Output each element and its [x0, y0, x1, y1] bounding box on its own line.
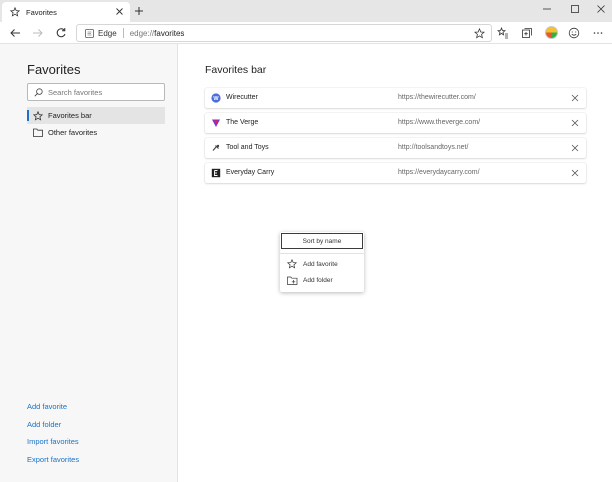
favorite-name: Tool and Toys [226, 144, 269, 151]
star-icon [33, 110, 43, 121]
toolbar: Edge edge:// favorites [0, 22, 612, 44]
sidebar-title: Favorites [27, 62, 81, 77]
star-add-icon [287, 259, 298, 269]
page-title: Favorites bar [205, 64, 267, 76]
search-box[interactable] [27, 83, 165, 101]
feedback-smiley-icon[interactable] [566, 25, 582, 41]
import-favorites-link[interactable]: Import favorites [27, 437, 79, 446]
tab-favorites[interactable]: Favorites [2, 2, 130, 22]
search-icon [34, 87, 43, 97]
favorite-url: https://everydaycarry.com/ [398, 169, 480, 176]
more-menu-icon[interactable] [590, 25, 606, 41]
menu-item-label: Add folder [303, 276, 333, 284]
verge-favicon-icon [211, 118, 221, 128]
svg-text:W: W [213, 96, 219, 102]
menu-item-label: Add favorite [303, 260, 338, 268]
tab-close-icon[interactable] [115, 7, 124, 16]
favorite-name: Wirecutter [226, 94, 258, 101]
site-label: Edge [98, 28, 117, 38]
context-add-folder-item[interactable]: Add folder [280, 272, 364, 288]
favorites-sidebar: Favorites Favorites bar Other favorites … [0, 44, 178, 482]
add-favorite-link[interactable]: Add favorite [27, 402, 67, 411]
tab-strip: Favorites [0, 0, 612, 22]
favorite-name: Everyday Carry [226, 169, 275, 176]
minimize-button[interactable] [533, 0, 561, 18]
favorite-row-the-verge[interactable]: The Verge https://www.theverge.com/ [205, 113, 586, 133]
add-folder-link[interactable]: Add folder [27, 420, 61, 429]
refresh-button[interactable] [53, 25, 69, 41]
favorite-name: The Verge [226, 119, 259, 126]
address-divider [122, 28, 124, 38]
folder-add-icon [287, 275, 298, 285]
search-input[interactable] [48, 87, 158, 97]
context-menu: Sort by name Add favorite Add folder [280, 232, 364, 292]
delete-icon[interactable] [571, 144, 579, 152]
url-prefix: edge:// [129, 28, 155, 38]
favorite-url: https://thewirecutter.com/ [398, 94, 476, 101]
tab-title: Favorites [26, 7, 57, 17]
sort-by-name-item[interactable]: Sort by name [281, 233, 363, 249]
profile-avatar[interactable] [545, 26, 558, 39]
everydaycarry-favicon-icon [211, 168, 221, 178]
favorite-row-wirecutter[interactable]: W Wirecutter https://thewirecutter.com/ [205, 88, 586, 108]
toolsandtoys-favicon-icon [211, 143, 221, 153]
star-icon [10, 7, 20, 17]
folder-icon [33, 128, 43, 138]
delete-icon[interactable] [571, 94, 579, 102]
sidebar-item-other-favorites[interactable]: Other favorites [27, 124, 165, 141]
forward-button[interactable] [30, 25, 46, 41]
favorite-row-tool-and-toys[interactable]: Tool and Toys http://toolsandtoys.net/ [205, 138, 586, 158]
delete-icon[interactable] [571, 119, 579, 127]
favorite-url: https://www.theverge.com/ [398, 119, 481, 126]
context-add-favorite-item[interactable]: Add favorite [280, 256, 364, 272]
wirecutter-favicon-icon: W [211, 93, 221, 103]
sidebar-item-label: Other favorites [48, 128, 98, 137]
favorite-url: http://toolsandtoys.net/ [398, 144, 469, 151]
url-path: favorites [154, 28, 185, 38]
address-bar[interactable]: Edge edge:// favorites [76, 24, 492, 42]
close-window-button[interactable] [587, 0, 612, 18]
back-button[interactable] [7, 25, 23, 41]
favorites-hub-icon[interactable] [495, 25, 511, 41]
new-tab-button[interactable] [132, 4, 146, 18]
collections-icon[interactable] [519, 25, 535, 41]
add-favorite-star-icon[interactable] [474, 28, 485, 39]
delete-icon[interactable] [571, 169, 579, 177]
favorite-row-everyday-carry[interactable]: Everyday Carry https://everydaycarry.com… [205, 163, 586, 183]
menu-divider [280, 253, 364, 254]
export-favorites-link[interactable]: Export favorites [27, 455, 79, 464]
sidebar-item-label: Favorites bar [48, 111, 92, 120]
sidebar-item-favorites-bar[interactable]: Favorites bar [27, 107, 165, 124]
edge-icon [85, 28, 94, 38]
maximize-button[interactable] [561, 0, 589, 18]
